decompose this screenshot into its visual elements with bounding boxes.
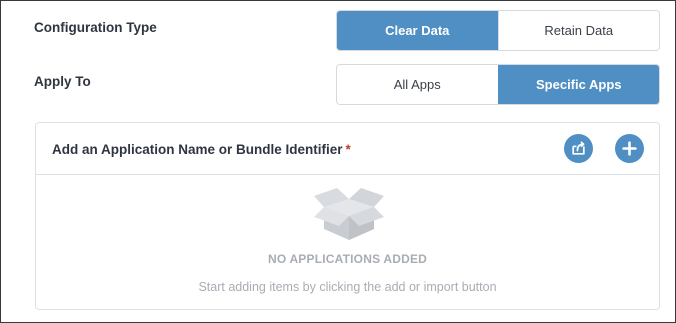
import-button[interactable] (564, 134, 593, 163)
required-marker: * (345, 142, 351, 157)
empty-state-subtitle: Start adding items by clicking the add o… (198, 280, 497, 294)
retain-data-option[interactable]: Retain Data (497, 11, 659, 50)
empty-state-title: NO APPLICATIONS ADDED (267, 252, 428, 266)
applications-panel-title: Add an Application Name or Bundle Identi… (52, 142, 351, 157)
applications-panel-header: Add an Application Name or Bundle Identi… (36, 123, 659, 175)
applications-panel: Add an Application Name or Bundle Identi… (35, 122, 660, 310)
configuration-type-label: Configuration Type (34, 20, 157, 35)
add-button[interactable] (615, 134, 644, 163)
all-apps-option[interactable]: All Apps (337, 65, 498, 104)
open-box-icon (314, 188, 384, 240)
apply-to-toggle: All Apps Specific Apps (336, 64, 660, 105)
apply-to-label: Apply To (34, 74, 91, 89)
clear-data-option[interactable]: Clear Data (337, 11, 498, 50)
import-icon (572, 141, 585, 155)
app-config-form: Configuration Type Clear Data Retain Dat… (0, 0, 676, 323)
applications-panel-title-text: Add an Application Name or Bundle Identi… (52, 142, 343, 157)
specific-apps-option[interactable]: Specific Apps (497, 65, 659, 104)
configuration-type-toggle: Clear Data Retain Data (336, 10, 660, 51)
plus-icon (622, 141, 637, 156)
